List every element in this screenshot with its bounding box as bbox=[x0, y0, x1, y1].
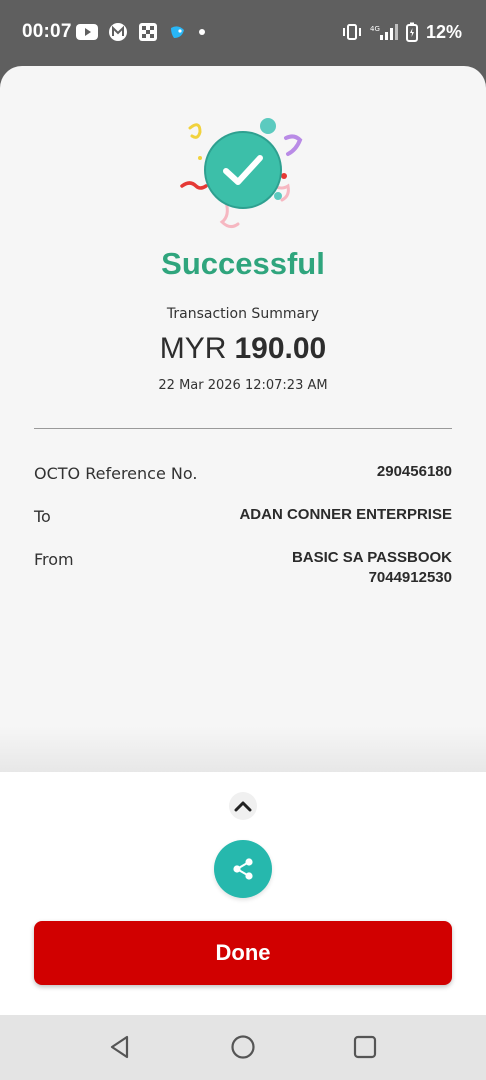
detail-value: BASIC SA PASSBOOK 7044912530 bbox=[292, 548, 452, 588]
transaction-timestamp: 22 Mar 2026 12:07:23 AM bbox=[158, 378, 328, 393]
navigation-bar bbox=[0, 1015, 486, 1080]
m-app-icon bbox=[109, 23, 127, 41]
battery-percent: 12% bbox=[425, 21, 462, 42]
chevron-up-icon bbox=[234, 801, 252, 812]
recents-button[interactable] bbox=[350, 1032, 380, 1062]
recents-icon bbox=[353, 1035, 377, 1059]
done-button[interactable]: Done bbox=[34, 921, 452, 985]
grid-app-icon bbox=[139, 23, 157, 41]
detail-value: ADAN CONNER ENTERPRISE bbox=[239, 506, 452, 523]
status-bar: 00:07 4G 12% bbox=[0, 0, 486, 66]
action-sheet: Done bbox=[0, 772, 486, 1015]
svg-text:4G: 4G bbox=[370, 25, 380, 33]
back-button[interactable] bbox=[105, 1032, 135, 1062]
battery-charging-icon bbox=[405, 22, 418, 42]
home-button[interactable] bbox=[228, 1032, 258, 1062]
notification-icons bbox=[76, 20, 206, 44]
success-check-illustration bbox=[180, 118, 303, 229]
sheet-shadow bbox=[0, 726, 486, 776]
detail-label: From bbox=[34, 550, 74, 569]
bird-app-icon bbox=[171, 26, 184, 38]
dot-icon bbox=[199, 29, 205, 35]
currency-code: MYR bbox=[159, 332, 227, 365]
system-icons: 4G 12% bbox=[342, 20, 462, 44]
divider bbox=[34, 428, 452, 429]
share-button[interactable] bbox=[214, 840, 272, 898]
share-icon bbox=[233, 858, 253, 880]
back-icon bbox=[110, 1035, 129, 1059]
account-number: 7044912530 bbox=[368, 569, 452, 586]
youtube-icon bbox=[76, 24, 98, 40]
home-icon bbox=[231, 1035, 255, 1059]
amount-value: 190.00 bbox=[234, 332, 327, 365]
status-title: Successful bbox=[161, 246, 325, 281]
detail-label: To bbox=[34, 507, 51, 526]
detail-label: OCTO Reference No. bbox=[34, 464, 198, 483]
status-time: 00:07 bbox=[22, 21, 72, 42]
amount-display: MYR 190.00 bbox=[0, 332, 486, 366]
vibrate-icon bbox=[342, 24, 361, 40]
summary-label: Transaction Summary bbox=[166, 306, 320, 322]
account-name: BASIC SA PASSBOOK bbox=[291, 549, 452, 566]
detail-value: 290456180 bbox=[376, 463, 452, 480]
signal-4g-icon: 4G bbox=[370, 24, 398, 40]
expand-button[interactable] bbox=[229, 792, 257, 820]
transaction-result-card: Successful Transaction Summary MYR 190.00… bbox=[0, 66, 486, 1015]
